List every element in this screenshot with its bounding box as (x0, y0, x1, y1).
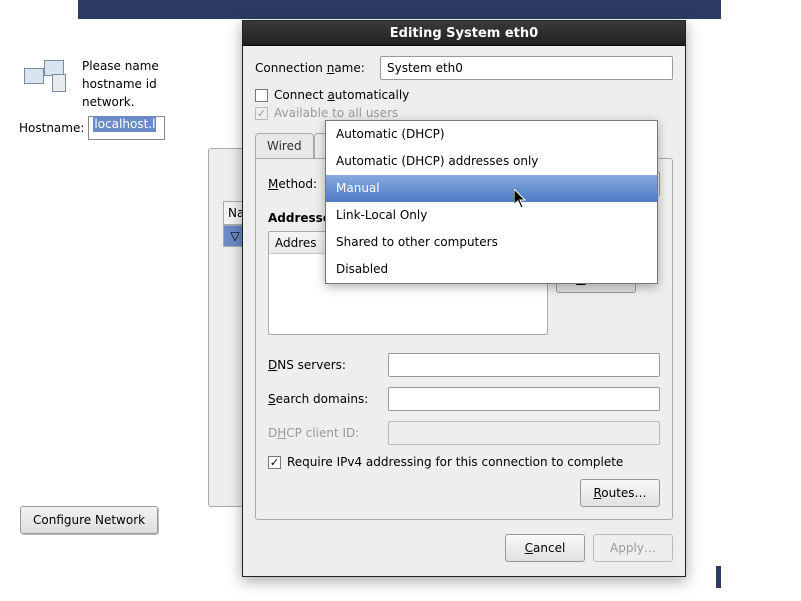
routes-button[interactable]: Routes… (580, 479, 660, 507)
hostname-input-value: localhost.l (93, 116, 156, 132)
text-line: network. (82, 93, 159, 111)
available-all-users-label: Available to all users (274, 106, 398, 120)
connect-auto-label: Connect automatically (274, 88, 409, 102)
hostname-label: Hostname: (19, 121, 84, 135)
hostname-input[interactable]: localhost.l (88, 116, 165, 140)
require-ipv4-label: Require IPv4 addressing for this connect… (287, 455, 623, 469)
cancel-button[interactable]: Cancel (505, 534, 585, 562)
installer-header-band (78, 0, 721, 19)
method-option[interactable]: Automatic (DHCP) addresses only (326, 148, 657, 175)
text-line: hostname id (82, 75, 159, 93)
footer-accent (716, 566, 721, 588)
method-option[interactable]: Automatic (DHCP) (326, 121, 657, 148)
available-all-users-checkbox: ✓ (255, 107, 268, 120)
connection-name-label: Connection name: (255, 61, 380, 75)
dhcp-client-id-label: DHCP client ID: (268, 426, 388, 440)
edit-connection-dialog: Editing System eth0 Connection name: Sys… (242, 20, 686, 577)
tab-wired[interactable]: Wired (255, 133, 314, 159)
configure-network-button[interactable]: Configure Network (20, 506, 158, 534)
method-dropdown-menu[interactable]: Automatic (DHCP)Automatic (DHCP) address… (325, 120, 658, 284)
network-computers-icon (24, 60, 68, 96)
search-domains-input[interactable] (388, 387, 660, 411)
method-option[interactable]: Shared to other computers (326, 229, 657, 256)
dns-servers-input[interactable] (388, 353, 660, 377)
method-option[interactable]: Disabled (326, 256, 657, 283)
dhcp-client-id-input (388, 421, 660, 445)
method-label: Method: (268, 177, 328, 191)
hostname-instruction-text: Please name hostname id network. (82, 57, 159, 111)
apply-button: Apply… (593, 534, 673, 562)
connect-auto-checkbox[interactable] (255, 89, 268, 102)
method-option[interactable]: Manual (326, 175, 657, 202)
dns-servers-label: DNS servers: (268, 358, 388, 372)
text-line: Please name (82, 57, 159, 75)
dialog-title: Editing System eth0 (243, 21, 685, 46)
connection-name-input[interactable]: System eth0 (380, 56, 673, 80)
require-ipv4-checkbox[interactable]: ✓ (268, 456, 281, 469)
search-domains-label: Search domains: (268, 392, 388, 406)
method-option[interactable]: Link-Local Only (326, 202, 657, 229)
